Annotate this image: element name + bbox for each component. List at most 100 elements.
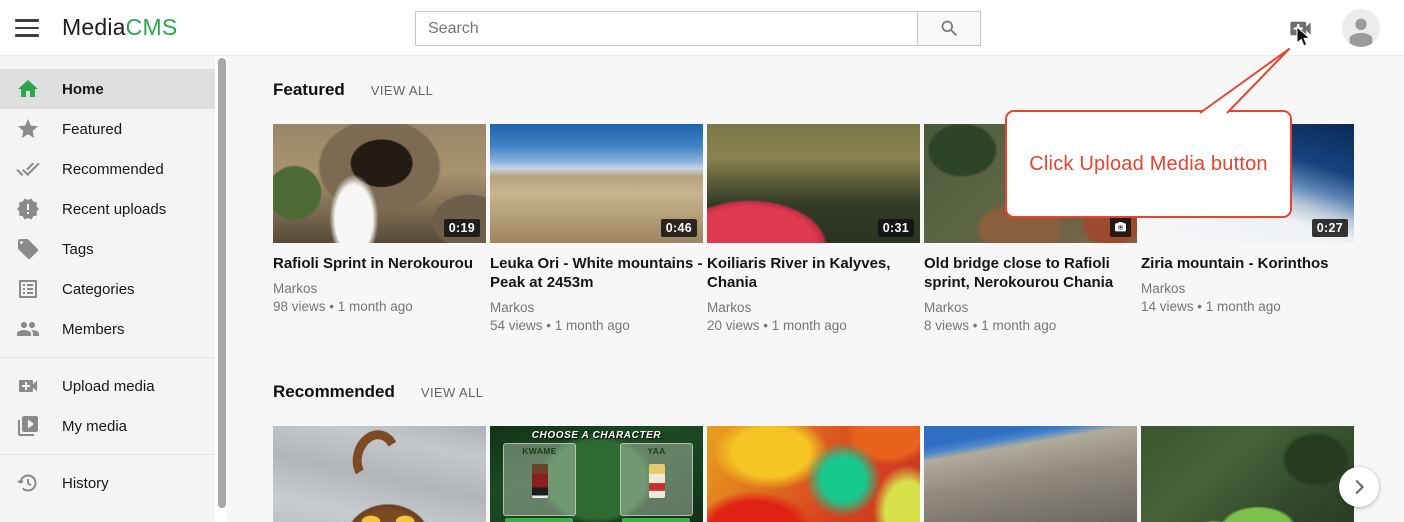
video-thumbnail[interactable] <box>924 426 1137 522</box>
recommended-cards-row: CHOOSE A CHARACTER KWAME YAA Selected Se… <box>273 426 1404 522</box>
search-button[interactable] <box>917 11 981 46</box>
media-title[interactable]: Rafioli Sprint in Nerokourou <box>273 254 486 273</box>
recommended-section-header: Recommended VIEW ALL <box>273 382 1404 402</box>
sidebar-item-label: Recommended <box>62 161 164 178</box>
annotation-text: Click Upload Media button <box>1029 153 1267 176</box>
user-avatar[interactable] <box>1342 9 1380 47</box>
duration-badge: 0:27 <box>1312 219 1348 237</box>
video-thumbnail[interactable]: CHOOSE A CHARACTER KWAME YAA Selected Se… <box>490 426 703 522</box>
media-meta: 98 views • 1 month ago <box>273 298 486 316</box>
thumbnail-text: YAA <box>621 446 692 456</box>
sidebar-scrollbar[interactable] <box>218 58 226 508</box>
annotation-callout: Click Upload Media button <box>1005 110 1292 218</box>
featured-view-all-link[interactable]: VIEW ALL <box>371 83 433 98</box>
carousel-next-button[interactable] <box>1339 467 1379 507</box>
sidebar-item-label: Upload media <box>62 378 155 395</box>
media-author[interactable]: Markos <box>1141 280 1354 298</box>
section-title: Recommended <box>273 382 395 402</box>
recommended-view-all-link[interactable]: VIEW ALL <box>421 385 483 400</box>
done-all-icon <box>16 157 40 181</box>
media-card[interactable]: 0:19 Rafioli Sprint in Nerokourou Markos… <box>273 124 486 335</box>
thumbnail-art: YAA <box>620 443 693 516</box>
search-input[interactable] <box>415 11 917 46</box>
thumbnail-art: KWAME <box>503 443 576 516</box>
thumbnail-text: Selected <box>505 518 573 522</box>
sidebar-divider <box>0 357 215 358</box>
video-call-icon <box>16 374 40 398</box>
search-bar <box>415 11 981 46</box>
history-icon <box>16 471 40 495</box>
media-title[interactable]: Old bridge close to Rafioli sprint, Nero… <box>924 254 1137 292</box>
star-icon <box>16 117 40 141</box>
sidebar-item-tags[interactable]: Tags <box>0 229 215 269</box>
sidebar-divider <box>0 454 215 455</box>
media-card[interactable] <box>273 426 486 522</box>
new-releases-icon <box>16 197 40 221</box>
logo-suffix: CMS <box>126 14 178 40</box>
sidebar-item-label: Tags <box>62 241 94 258</box>
duration-badge: 0:46 <box>661 219 697 237</box>
tag-icon <box>16 237 40 261</box>
logo[interactable]: MediaCMS <box>62 14 177 41</box>
home-icon <box>16 77 40 101</box>
media-title[interactable]: Koiliaris River in Kalyves, Chania <box>707 254 920 292</box>
media-card[interactable] <box>1141 426 1354 522</box>
logo-prefix: Media <box>62 14 126 40</box>
sidebar-item-recommended[interactable]: Recommended <box>0 149 215 189</box>
media-card[interactable]: CHOOSE A CHARACTER KWAME YAA Selected Se… <box>490 426 703 522</box>
media-author[interactable]: Markos <box>707 299 920 317</box>
chevron-right-icon <box>1348 476 1370 498</box>
thumbnail-art <box>347 426 405 491</box>
thumbnail-text: Select <box>622 518 690 522</box>
media-title[interactable]: Leuka Ori - White mountains - Peak at 24… <box>490 254 703 292</box>
video-thumbnail[interactable]: 0:31 <box>707 124 920 243</box>
list-alt-icon <box>16 277 40 301</box>
video-thumbnail[interactable]: 0:46 <box>490 124 703 243</box>
sidebar-item-label: Home <box>62 81 104 98</box>
callout-tail <box>1180 44 1300 116</box>
sidebar-item-recent-uploads[interactable]: Recent uploads <box>0 189 215 229</box>
video-thumbnail[interactable] <box>273 426 486 522</box>
media-author[interactable]: Markos <box>490 299 703 317</box>
sidebar-item-label: Recent uploads <box>62 201 166 218</box>
people-icon <box>16 317 40 341</box>
duration-badge: 0:31 <box>878 219 914 237</box>
image-media-badge <box>1110 217 1131 237</box>
sidebar-item-history[interactable]: History <box>0 463 215 503</box>
video-library-icon <box>16 414 40 438</box>
thumbnail-text: KWAME <box>504 446 575 456</box>
media-author[interactable]: Markos <box>924 299 1137 317</box>
sidebar-item-upload-media[interactable]: Upload media <box>0 366 215 406</box>
thumbnail-text: CHOOSE A CHARACTER <box>490 430 703 441</box>
media-card[interactable] <box>707 426 920 522</box>
video-thumbnail[interactable] <box>1141 426 1354 522</box>
sidebar-item-label: History <box>62 475 109 492</box>
sidebar-item-label: Featured <box>62 121 122 138</box>
media-card[interactable] <box>924 426 1137 522</box>
mouse-cursor-icon <box>1296 26 1312 48</box>
sidebar-item-label: Categories <box>62 281 135 298</box>
media-card[interactable]: 0:46 Leuka Ori - White mountains - Peak … <box>490 124 703 335</box>
sidebar-item-members[interactable]: Members <box>0 309 215 349</box>
media-meta: 14 views • 1 month ago <box>1141 298 1354 316</box>
person-icon <box>1344 13 1378 47</box>
sidebar-item-featured[interactable]: Featured <box>0 109 215 149</box>
media-author[interactable]: Markos <box>273 280 486 298</box>
sidebar: Home Featured Recommended Recent uploads… <box>0 57 215 522</box>
sidebar-item-label: My media <box>62 418 127 435</box>
media-title[interactable]: Ziria mountain - Korinthos <box>1141 254 1354 273</box>
sidebar-item-home[interactable]: Home <box>0 69 215 109</box>
media-meta: 8 views • 1 month ago <box>924 317 1137 335</box>
search-icon <box>939 18 960 39</box>
video-thumbnail[interactable]: 0:19 <box>273 124 486 243</box>
media-card[interactable]: 0:31 Koiliaris River in Kalyves, Chania … <box>707 124 920 335</box>
camera-icon <box>1114 220 1127 233</box>
sidebar-item-categories[interactable]: Categories <box>0 269 215 309</box>
section-title: Featured <box>273 80 345 100</box>
hamburger-menu-icon[interactable] <box>15 19 39 37</box>
video-thumbnail[interactable] <box>707 426 920 522</box>
media-meta: 20 views • 1 month ago <box>707 317 920 335</box>
sidebar-item-my-media[interactable]: My media <box>0 406 215 446</box>
thumbnail-art <box>532 464 548 498</box>
duration-badge: 0:19 <box>444 219 480 237</box>
